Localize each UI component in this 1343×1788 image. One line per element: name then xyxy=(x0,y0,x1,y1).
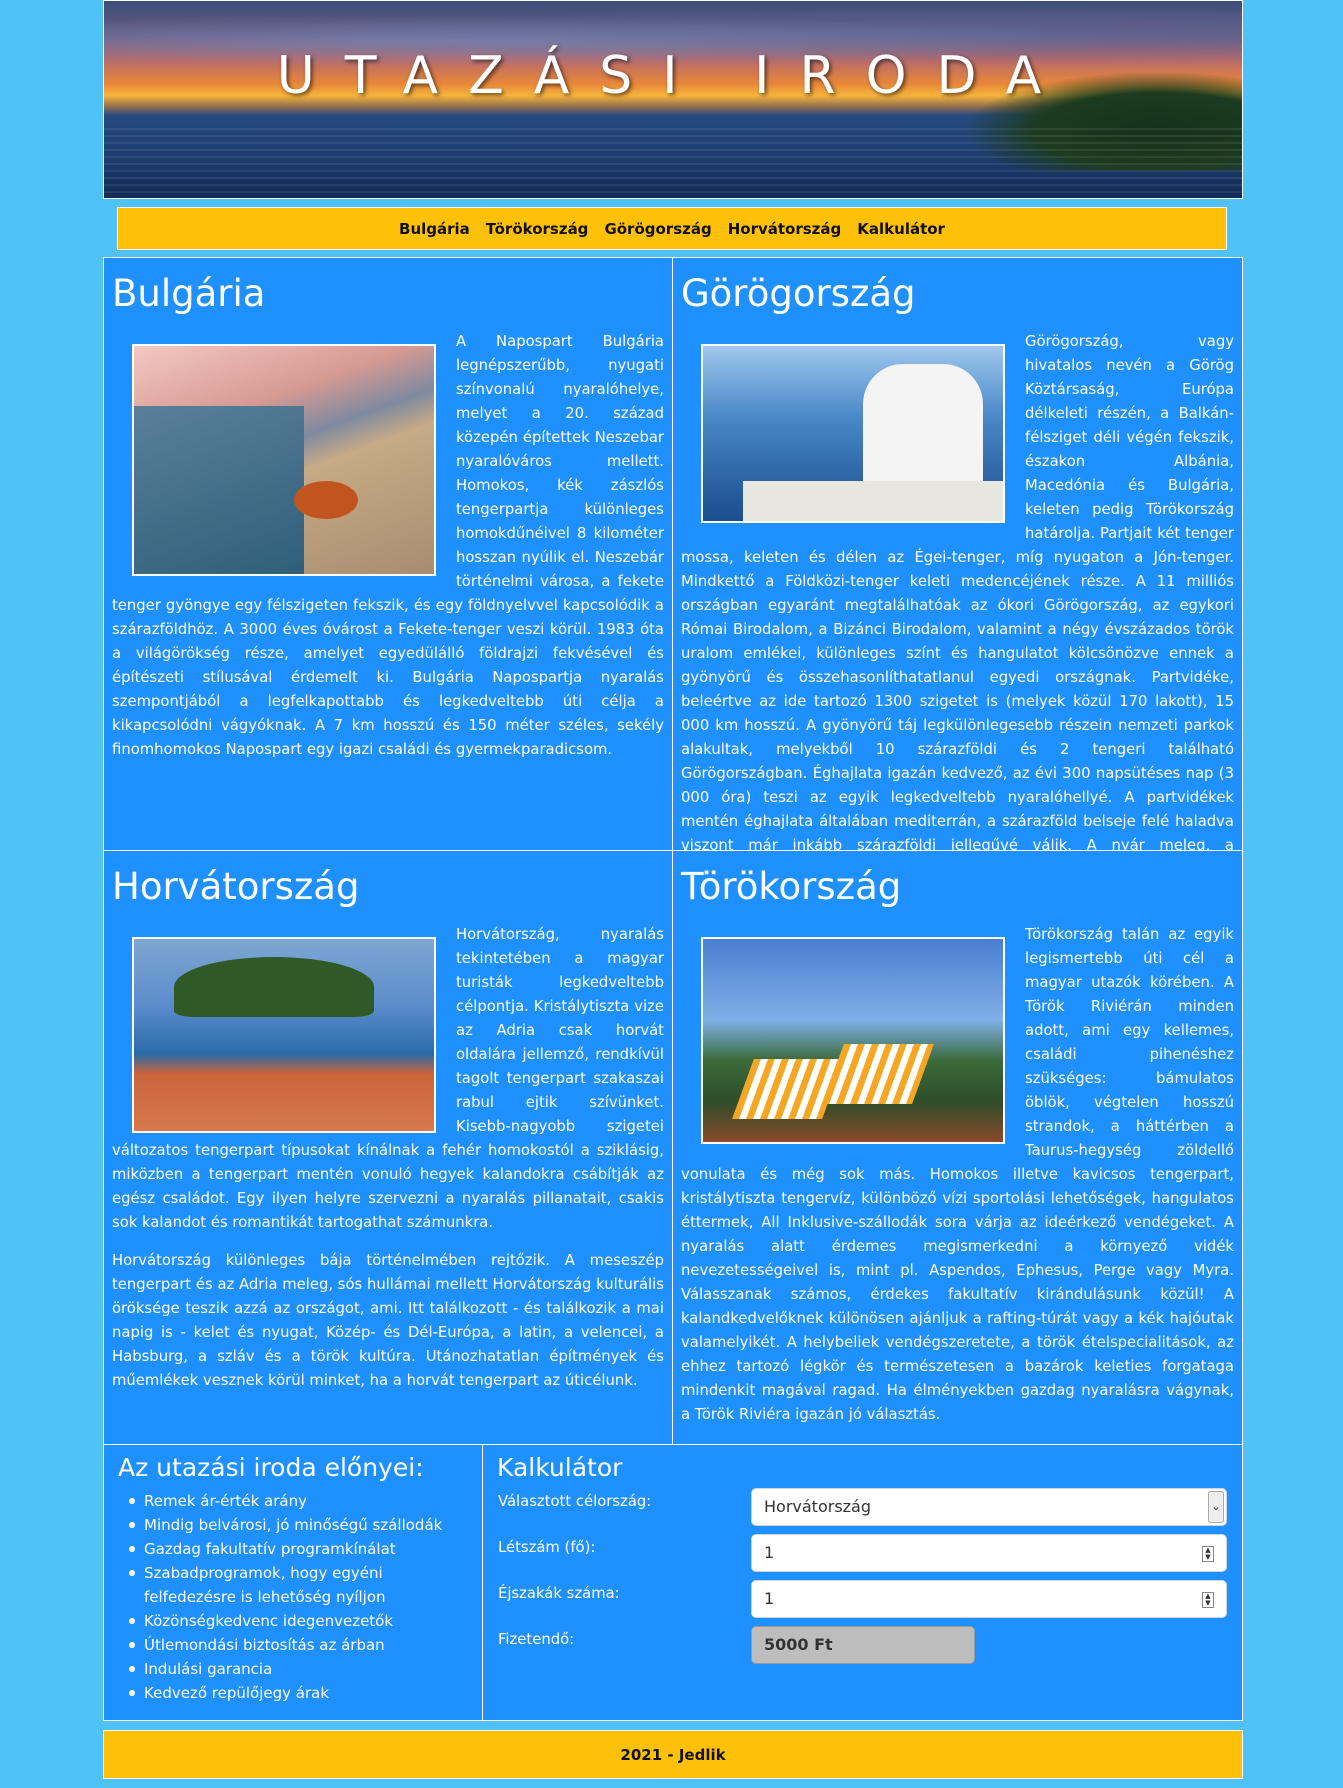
section-title: Törökország xyxy=(681,865,902,908)
croatia-photo xyxy=(132,937,436,1133)
nav-greece[interactable]: Görögország xyxy=(604,220,711,238)
total-output: 5000 Ft xyxy=(751,1626,975,1664)
site-title: UTAZÁSI IRODA xyxy=(276,46,1072,106)
header-banner: UTAZÁSI IRODA xyxy=(103,0,1243,199)
total-label: Fizetendő: xyxy=(498,1631,575,1648)
nav-croatia[interactable]: Horvátország xyxy=(728,220,842,238)
people-label: Létszám (fő): xyxy=(498,1539,596,1556)
people-value: 1 xyxy=(764,1543,775,1562)
list-item: Gazdag fakultatív programkínálat xyxy=(129,1537,468,1561)
greece-photo xyxy=(701,344,1005,523)
destination-value: Horvátország xyxy=(764,1497,872,1516)
advantages-list: Remek ár-érték arány Mindig belvárosi, j… xyxy=(118,1489,468,1705)
section-title: Görögország xyxy=(681,272,916,315)
calculator-title: Kalkulátor xyxy=(497,1453,623,1482)
nights-label: Éjszakák száma: xyxy=(498,1585,620,1602)
advantages-panel: Az utazási iroda előnyei: Remek ár-érték… xyxy=(103,1444,483,1721)
advantages-title: Az utazási iroda előnyei: xyxy=(118,1453,424,1482)
list-item: Remek ár-érték arány xyxy=(129,1489,468,1513)
turkey-photo xyxy=(701,937,1005,1144)
list-item: Közönségkedvenc idegenvezetők xyxy=(129,1609,468,1633)
people-input[interactable]: 1 ▲ ▼ xyxy=(751,1534,1227,1572)
spinner-icon[interactable]: ▲ ▼ xyxy=(1202,1592,1214,1608)
section-title: Bulgária xyxy=(112,272,266,315)
main-nav: Bulgária Törökország Görögország Horváto… xyxy=(117,207,1227,250)
nights-input[interactable]: 1 ▲ ▼ xyxy=(751,1580,1227,1618)
banner-sea xyxy=(104,128,1242,198)
section-title: Horvátország xyxy=(112,865,360,908)
section-bulgaria: Bulgária A Napospart Bulgária legnépszer… xyxy=(103,257,673,851)
chevron-down-icon[interactable]: ⌄ xyxy=(1208,1491,1224,1523)
nights-value: 1 xyxy=(764,1589,775,1608)
spinner-icon[interactable]: ▲ ▼ xyxy=(1202,1546,1214,1562)
list-item: Szabadprogramok, hogy egyéni felfedezésr… xyxy=(129,1561,468,1609)
footer: 2021 - Jedlik xyxy=(103,1730,1243,1779)
calculator-panel: Kalkulátor Választott célország: Horváto… xyxy=(482,1444,1243,1721)
section-greece: Görögország Görögország, vagy hivatalos … xyxy=(672,257,1243,851)
bulgaria-photo xyxy=(132,344,436,576)
nav-calculator[interactable]: Kalkulátor xyxy=(857,220,945,238)
destination-label: Választott célország: xyxy=(498,1493,652,1510)
list-item: Mindig belvárosi, jó minőségű szállodák xyxy=(129,1513,468,1537)
nav-turkey[interactable]: Törökország xyxy=(486,220,589,238)
section-turkey: Törökország Törökország talán az egyik l… xyxy=(672,850,1243,1445)
list-item: Útlemondási biztosítás az árban xyxy=(129,1633,468,1657)
list-item: Indulási garancia xyxy=(129,1657,468,1681)
list-item: Kedvező repülőjegy árak xyxy=(129,1681,468,1705)
section-text: Horvátország különleges bája történelméb… xyxy=(112,1252,664,1389)
section-croatia: Horvátország Horvátország, nyaralás teki… xyxy=(103,850,673,1445)
destination-select[interactable]: Horvátország ⌄ xyxy=(751,1488,1227,1526)
nav-bulgaria[interactable]: Bulgária xyxy=(399,220,470,238)
